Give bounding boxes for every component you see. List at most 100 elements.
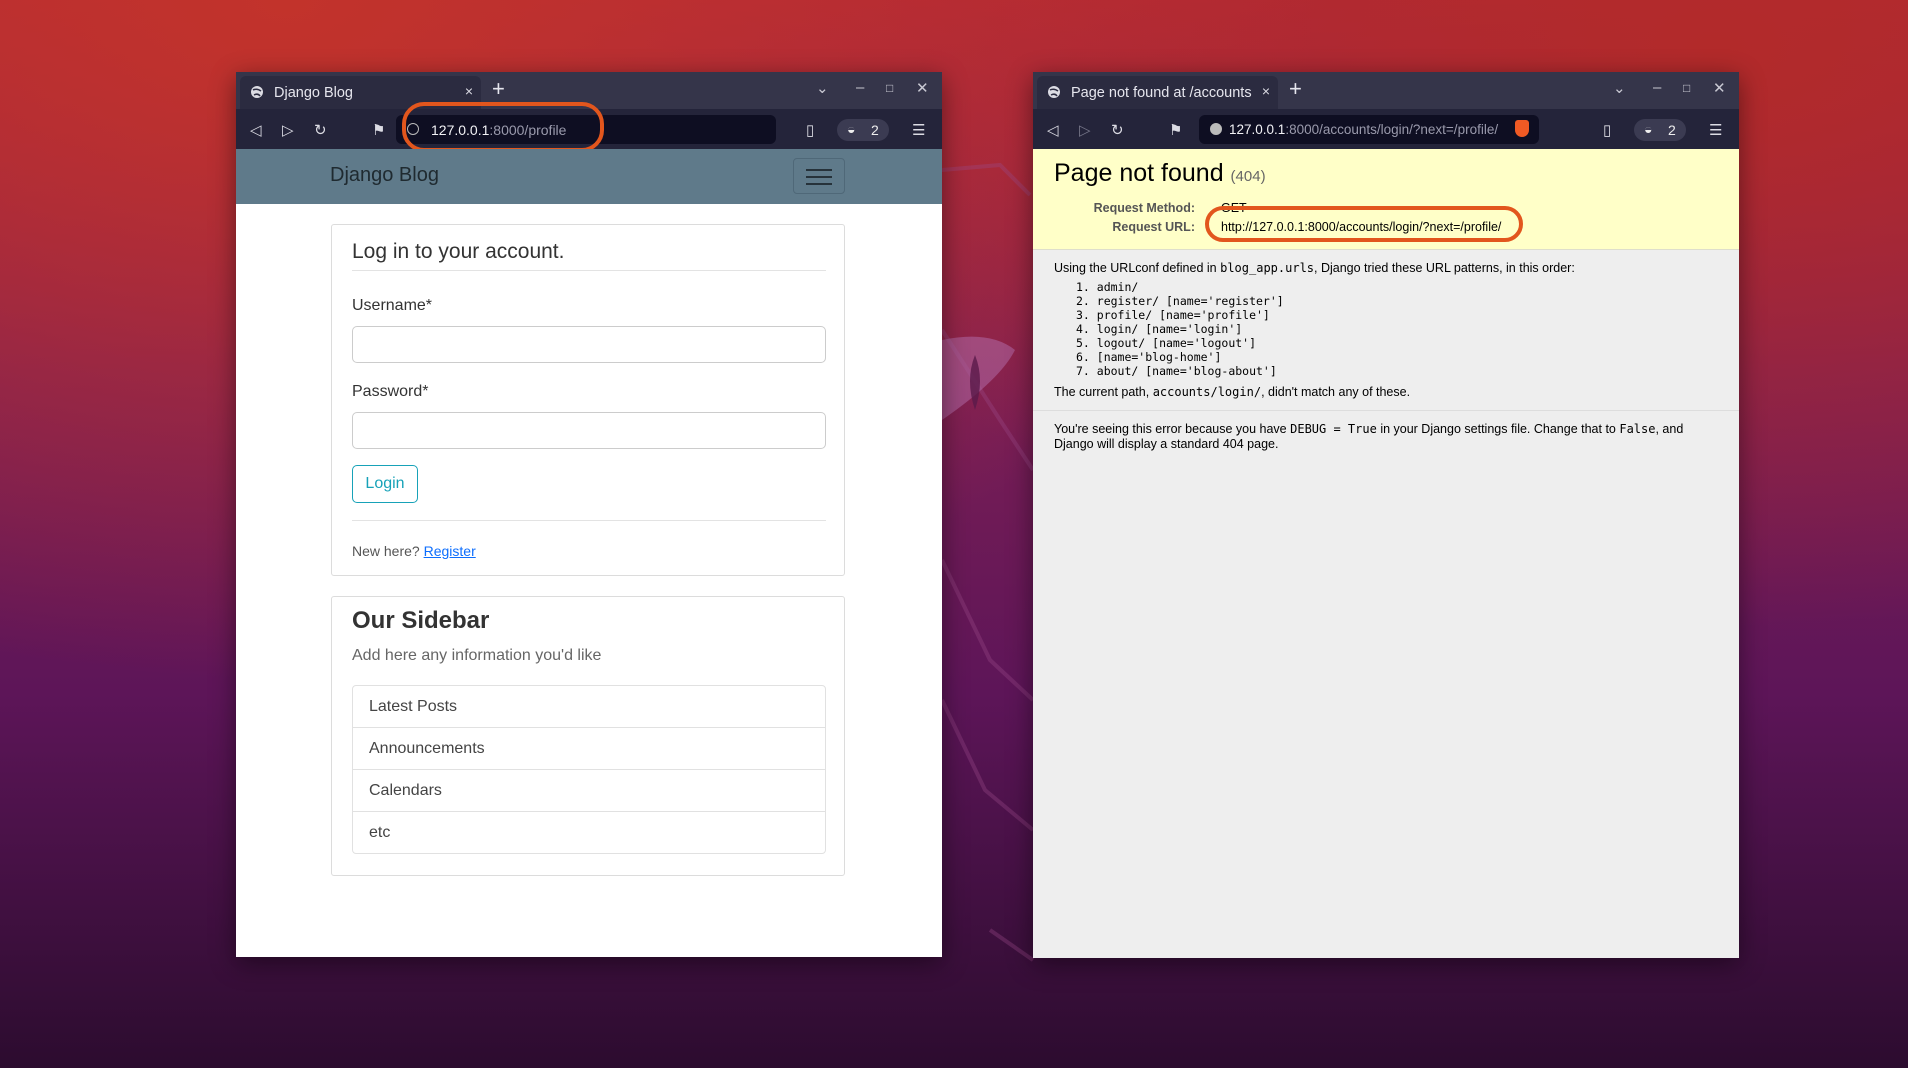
sidebar-title: Our Sidebar bbox=[352, 607, 490, 634]
close-tab-icon[interactable]: × bbox=[465, 83, 473, 99]
sidebar-card: Our Sidebar Add here any information you… bbox=[331, 596, 845, 876]
request-url-label: Request URL: bbox=[1112, 220, 1195, 234]
shields-button[interactable]: ◒ 2 bbox=[1634, 119, 1686, 141]
login-button[interactable]: Login bbox=[352, 465, 418, 503]
info-icon[interactable] bbox=[1210, 123, 1222, 135]
reload-icon[interactable]: ↻ bbox=[1111, 121, 1124, 139]
divider bbox=[1033, 410, 1739, 411]
shields-button[interactable]: ◒ 2 bbox=[837, 119, 889, 141]
shield-icon: ◒ bbox=[1644, 121, 1653, 137]
sidebar-item-calendars[interactable]: Calendars bbox=[353, 770, 825, 812]
minimize-icon[interactable]: – bbox=[1653, 79, 1661, 96]
tab-bar: Page not found at /accounts × + ⌄ – □ ✕ bbox=[1033, 72, 1739, 109]
url-pattern-list: 1. admin/ 2. register/ [name='register']… bbox=[1076, 280, 1284, 378]
current-path: accounts/login/ bbox=[1152, 385, 1262, 399]
brave-shield-icon[interactable] bbox=[1515, 120, 1529, 137]
sidebar-item-announcements[interactable]: Announcements bbox=[353, 728, 825, 770]
highlight-circle bbox=[402, 102, 604, 152]
shields-count: 2 bbox=[1668, 122, 1676, 138]
browser-window-page-not-found: Page not found at /accounts × + ⌄ – □ ✕ … bbox=[1033, 72, 1739, 958]
forward-icon[interactable]: ▷ bbox=[1079, 121, 1091, 139]
sidebar-toggle-icon[interactable]: ▯ bbox=[1603, 121, 1611, 139]
urlconf-text: Using the URLconf defined in bbox=[1054, 261, 1217, 275]
sidebar-list: Latest Posts Announcements Calendars etc bbox=[352, 685, 826, 854]
url-pattern: 5. logout/ [name='logout'] bbox=[1076, 336, 1257, 350]
globe-icon bbox=[1048, 86, 1060, 98]
urlconf-info: Using the URLconf defined in blog_app.ur… bbox=[1054, 261, 1719, 275]
navigation-bar: ◁ ▷ ↻ ⚑ 127.0.0.1:8000/accounts/login/?n… bbox=[1033, 109, 1739, 149]
sidebar-subtitle: Add here any information you'd like bbox=[352, 647, 602, 664]
brand-link[interactable]: Django Blog bbox=[330, 164, 439, 187]
menu-icon[interactable]: ☰ bbox=[912, 121, 925, 139]
close-window-icon[interactable]: ✕ bbox=[1713, 79, 1726, 97]
sidebar-item-latest-posts[interactable]: Latest Posts bbox=[353, 686, 825, 728]
debug-explanation: You're seeing this error because you hav… bbox=[1054, 422, 1719, 452]
page-content: Django Blog Log in to your account. User… bbox=[236, 149, 942, 957]
navbar-toggler-button[interactable] bbox=[793, 158, 845, 194]
url-pattern: 1. admin/ bbox=[1076, 280, 1139, 294]
divider bbox=[352, 520, 826, 521]
request-method-label: Request Method: bbox=[1093, 201, 1195, 215]
tab-title: Django Blog bbox=[274, 85, 353, 101]
back-icon[interactable]: ◁ bbox=[250, 121, 262, 139]
shields-count: 2 bbox=[871, 122, 879, 138]
sidebar-toggle-icon[interactable]: ▯ bbox=[806, 121, 814, 139]
maximize-icon[interactable]: □ bbox=[1683, 81, 1690, 95]
password-label: Password* bbox=[352, 383, 429, 400]
site-navbar: Django Blog bbox=[236, 149, 942, 204]
new-tab-button[interactable]: + bbox=[492, 76, 505, 102]
highlight-circle bbox=[1205, 206, 1523, 242]
debug-text: in your Django settings file. Change tha… bbox=[1380, 422, 1616, 436]
browser-window-django-blog: Django Blog × + ⌄ – □ ✕ ◁ ▷ ↻ ⚑ 127.0.0.… bbox=[236, 72, 942, 957]
close-window-icon[interactable]: ✕ bbox=[916, 79, 929, 97]
username-input[interactable] bbox=[352, 326, 826, 363]
username-label: Username* bbox=[352, 297, 433, 314]
url-pattern: 4. login/ [name='login'] bbox=[1076, 322, 1243, 336]
url-pattern: 7. about/ [name='blog-about'] bbox=[1076, 364, 1277, 378]
register-link[interactable]: Register bbox=[424, 543, 476, 559]
current-path-info: The current path, accounts/login/, didn'… bbox=[1054, 385, 1719, 399]
hamburger-line bbox=[806, 176, 832, 178]
hamburger-icon bbox=[806, 169, 832, 171]
url-path: :8000/accounts/login/?next=/profile/ bbox=[1285, 122, 1499, 137]
urlconf-text-end: , Django tried these URL patterns, in th… bbox=[1314, 261, 1575, 275]
globe-icon bbox=[251, 86, 263, 98]
current-path-text: The current path, bbox=[1054, 385, 1150, 399]
address-bar[interactable]: 127.0.0.1:8000/accounts/login/?next=/pro… bbox=[1199, 115, 1539, 144]
debug-text: You're seeing this error because you hav… bbox=[1054, 422, 1287, 436]
error-title: Page not found (404) bbox=[1054, 159, 1266, 188]
divider bbox=[352, 270, 826, 271]
maximize-icon[interactable]: □ bbox=[886, 81, 893, 95]
page-content: Page not found (404) Request Method: GET… bbox=[1033, 149, 1739, 958]
login-title: Log in to your account. bbox=[352, 240, 565, 263]
back-icon[interactable]: ◁ bbox=[1047, 121, 1059, 139]
forward-icon[interactable]: ▷ bbox=[282, 121, 294, 139]
debug-code: DEBUG = True bbox=[1290, 422, 1377, 436]
shield-icon: ◒ bbox=[847, 121, 856, 137]
chevron-down-icon[interactable]: ⌄ bbox=[816, 79, 829, 97]
current-path-text-end: , didn't match any of these. bbox=[1261, 385, 1411, 399]
urlconf-module: blog_app.urls bbox=[1220, 261, 1315, 275]
tab-page-not-found[interactable]: Page not found at /accounts × bbox=[1037, 76, 1278, 109]
close-tab-icon[interactable]: × bbox=[1262, 83, 1270, 99]
login-card: Log in to your account. Username* Passwo… bbox=[331, 224, 845, 576]
sidebar-item-etc[interactable]: etc bbox=[353, 812, 825, 853]
chevron-down-icon[interactable]: ⌄ bbox=[1613, 79, 1626, 97]
password-input[interactable] bbox=[352, 412, 826, 449]
tab-title: Page not found at /accounts bbox=[1071, 85, 1252, 101]
error-status: (404) bbox=[1230, 168, 1266, 185]
new-here-text: New here? bbox=[352, 543, 420, 559]
url-pattern: 3. profile/ [name='profile'] bbox=[1076, 308, 1270, 322]
url-host: 127.0.0.1 bbox=[1229, 122, 1286, 137]
url-pattern: 2. register/ [name='register'] bbox=[1076, 294, 1284, 308]
menu-icon[interactable]: ☰ bbox=[1709, 121, 1722, 139]
url-pattern: 6. [name='blog-home'] bbox=[1076, 350, 1222, 364]
debug-false: False bbox=[1619, 422, 1656, 436]
error-title-text: Page not found bbox=[1054, 159, 1224, 187]
bookmark-icon[interactable]: ⚑ bbox=[372, 121, 385, 139]
minimize-icon[interactable]: – bbox=[856, 79, 864, 96]
new-tab-button[interactable]: + bbox=[1289, 76, 1302, 102]
hamburger-line bbox=[806, 183, 832, 185]
reload-icon[interactable]: ↻ bbox=[314, 121, 327, 139]
bookmark-icon[interactable]: ⚑ bbox=[1169, 121, 1182, 139]
